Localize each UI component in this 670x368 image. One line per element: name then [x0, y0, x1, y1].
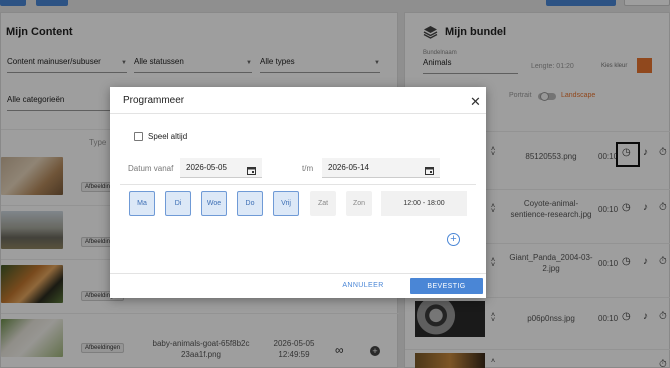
date-to-value: 2026-05-14: [328, 163, 369, 172]
day-toggle-monday[interactable]: Ma: [129, 191, 155, 216]
dialog-header-divider: [110, 113, 486, 114]
day-toggle-wednesday[interactable]: Woe: [201, 191, 227, 216]
close-icon[interactable]: ✕: [470, 94, 481, 110]
dialog-footer-divider: [110, 273, 486, 274]
day-toggle-sunday[interactable]: Zon: [346, 191, 372, 216]
date-to-field[interactable]: 2026-05-14: [322, 158, 440, 178]
time-range-field[interactable]: 12:00 - 18:00: [381, 191, 467, 216]
cancel-button[interactable]: ANNULEER: [339, 278, 387, 293]
day-toggle-tuesday[interactable]: Di: [165, 191, 191, 216]
day-toggle-friday[interactable]: Vrij: [273, 191, 299, 216]
play-always-label: Speel altijd: [148, 132, 188, 141]
add-schedule-button[interactable]: +: [447, 233, 460, 246]
date-row-divider: [120, 184, 476, 185]
day-toggle-saturday[interactable]: Zat: [310, 191, 336, 216]
confirm-button[interactable]: BEVESTIG: [410, 278, 483, 294]
schedule-dialog: Programmeer ✕ Speel altijd Datum vanaf 2…: [110, 87, 486, 298]
calendar-icon[interactable]: [247, 163, 256, 175]
play-always-checkbox[interactable]: [134, 132, 143, 141]
calendar-icon[interactable]: [425, 163, 434, 175]
dialog-title: Programmeer: [123, 95, 185, 106]
date-from-field[interactable]: 2026-05-05: [180, 158, 262, 178]
day-toggle-thursday[interactable]: Do: [237, 191, 263, 216]
date-from-label: Datum vanaf: [128, 164, 174, 173]
date-to-label: t/m: [302, 164, 314, 173]
date-from-value: 2026-05-05: [186, 163, 227, 172]
